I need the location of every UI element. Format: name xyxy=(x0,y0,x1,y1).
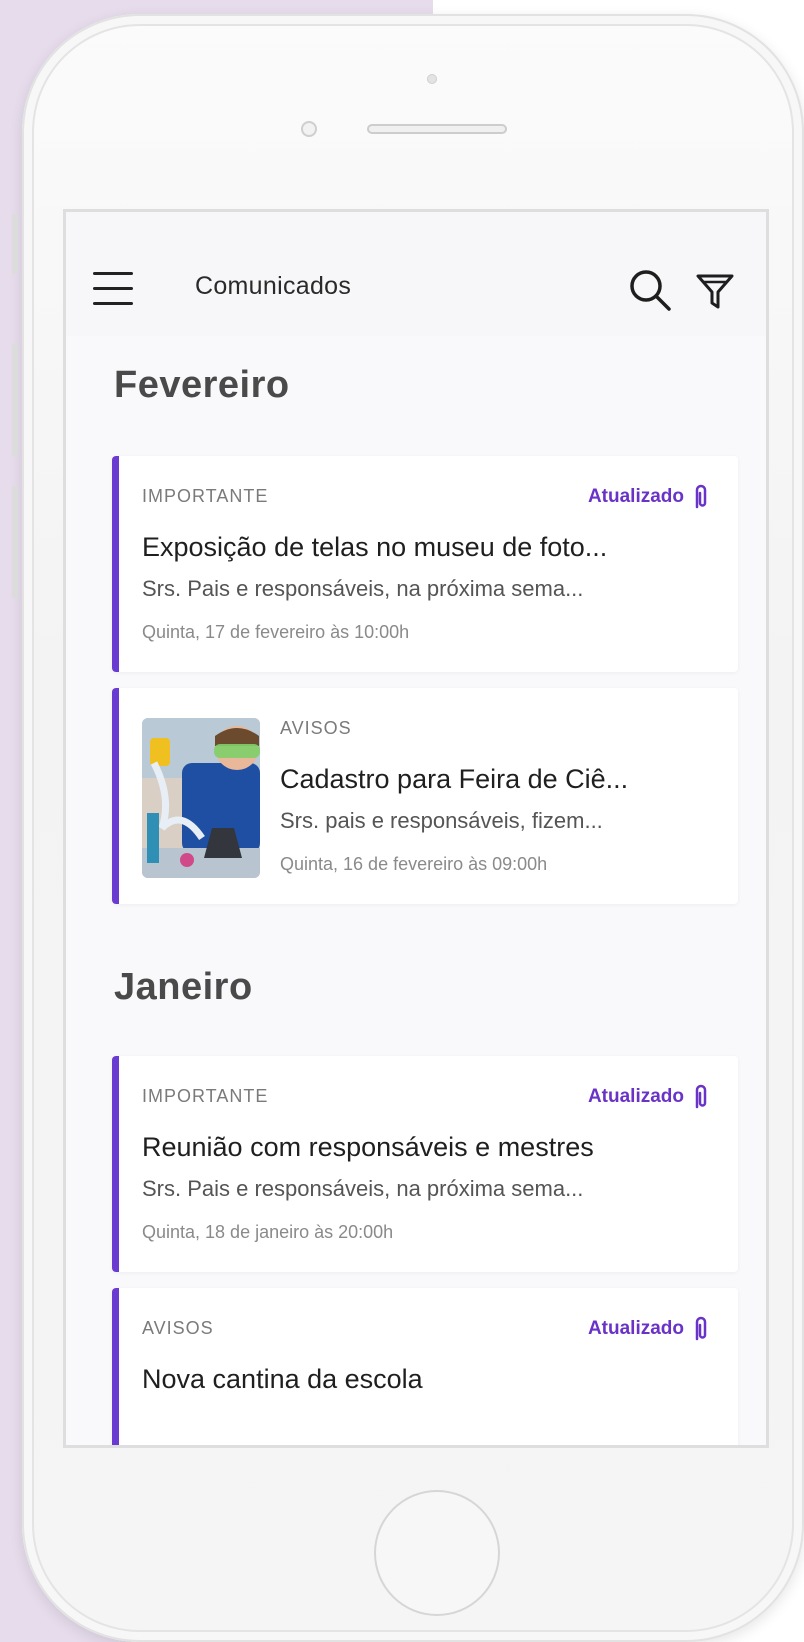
card-date: Quinta, 16 de fevereiro às 09:00h xyxy=(280,854,548,874)
card-description: Srs. Pais e responsáveis, na próxima sem… xyxy=(142,576,584,601)
earpiece-speaker xyxy=(367,124,507,134)
card-date: Quinta, 18 de janeiro às 20:00h xyxy=(142,1222,394,1242)
category-label: AVISOS xyxy=(280,718,352,738)
front-camera xyxy=(427,74,437,84)
card-title: Reunião com responsáveis e mestres xyxy=(142,1132,594,1162)
list-item[interactable]: IMPORTANTE Atualizado Exposição de telas… xyxy=(112,456,738,672)
search-icon[interactable] xyxy=(628,268,672,312)
card-title: Exposição de telas no museu de foto... xyxy=(142,532,608,562)
paperclip-icon xyxy=(695,1316,707,1341)
list-item[interactable]: IMPORTANTE Atualizado Reunião com respon… xyxy=(112,1056,738,1272)
badge-label: Atualizado xyxy=(587,1318,684,1339)
card-title: Nova cantina da escola xyxy=(142,1364,423,1394)
category-label: AVISOS xyxy=(142,1318,214,1338)
mute-switch xyxy=(12,214,18,274)
filter-icon[interactable] xyxy=(694,270,736,312)
badge-label: Atualizado xyxy=(587,1086,684,1107)
card-description: Srs. pais e responsáveis, fizem... xyxy=(280,808,603,833)
menu-icon[interactable] xyxy=(93,270,133,308)
volume-up-button xyxy=(12,344,18,456)
paperclip-icon xyxy=(695,484,707,509)
status-badge: Atualizado xyxy=(588,484,710,510)
app-screen: Comunicados Fevereiro IMPORTANTE Atualiz… xyxy=(66,212,766,1445)
home-button[interactable] xyxy=(374,1490,500,1616)
card-date: Quinta, 17 de fevereiro às 10:00h xyxy=(142,622,410,642)
section-heading-janeiro: Janeiro xyxy=(114,966,253,1008)
card-title: Cadastro para Feira de Ciê... xyxy=(280,764,629,794)
category-label: IMPORTANTE xyxy=(142,1086,269,1106)
proximity-sensor xyxy=(301,121,317,137)
card-description: Srs. Pais e responsáveis, na próxima sem… xyxy=(142,1176,584,1201)
science-fair-photo xyxy=(142,718,260,878)
status-badge: Atualizado xyxy=(588,1084,710,1110)
section-heading-fevereiro: Fevereiro xyxy=(114,364,290,406)
volume-down-button xyxy=(12,486,18,598)
page-title: Comunicados xyxy=(195,272,352,300)
paperclip-icon xyxy=(695,1084,707,1109)
list-item[interactable]: AVISOS Atualizado Nova cantina da escola xyxy=(112,1288,738,1445)
app-bar: Comunicados xyxy=(66,212,766,336)
list-item[interactable]: AVISOS Cadastro para Feira de Ciê... Srs… xyxy=(112,688,738,904)
status-badge: Atualizado xyxy=(588,1316,710,1342)
category-label: IMPORTANTE xyxy=(142,486,269,506)
badge-label: Atualizado xyxy=(587,486,684,507)
